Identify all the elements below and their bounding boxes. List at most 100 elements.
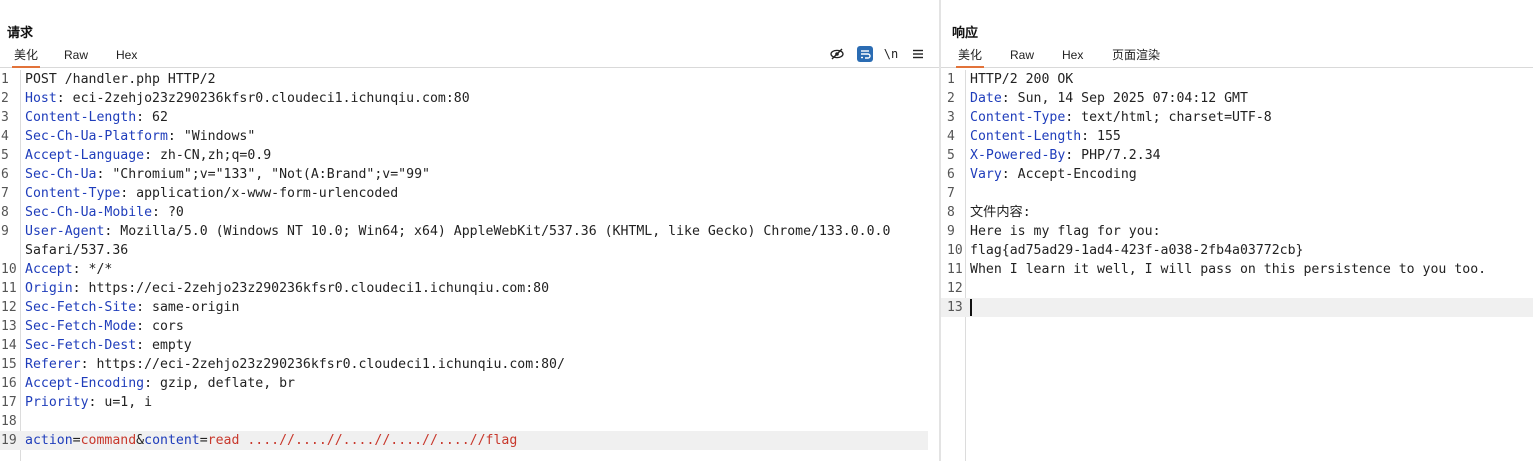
header-name: Content-Type <box>25 186 121 201</box>
header-name: Sec-Ch-Ua-Platform <box>25 129 168 144</box>
request-pane: 请求 美化 Raw Hex \n 1 POST /handler.php HTTP… <box>0 0 940 461</box>
code-line: 12 Sec-Fetch-Site: same-origin <box>0 298 940 317</box>
line-text: User-Agent: Mozilla/5.0 (Windows NT 10.0… <box>25 222 890 241</box>
code-line: 10 Accept: */* <box>0 260 940 279</box>
code-line: 4 Content-Length: 155 <box>941 127 1533 146</box>
code-line: 10 flag{ad75ad29-1ad4-423f-a038-2fb4a0377… <box>941 241 1533 260</box>
line-number: 3 <box>947 110 955 125</box>
code-line: 7 <box>941 184 1533 203</box>
response-tab-render[interactable]: 页面渲染 <box>1110 48 1162 66</box>
param-value: command <box>80 433 137 448</box>
wrap-icon[interactable] <box>857 46 873 62</box>
code-line: 9 Here is my flag for you: <box>941 222 1533 241</box>
line-number: 11 <box>1 281 17 296</box>
header-name: User-Agent <box>25 224 105 239</box>
header-name: Content-Length <box>25 110 137 125</box>
code-line: 13 Sec-Fetch-Mode: cors <box>0 317 940 336</box>
eye-slash-icon[interactable] <box>829 46 845 62</box>
line-text: flag{ad75ad29-1ad4-423f-a038-2fb4a03772c… <box>970 241 1303 260</box>
line-text: HTTP/2 200 OK <box>970 70 1073 89</box>
code-line: 5 Accept-Language: zh-CN,zh;q=0.9 <box>0 146 940 165</box>
header-value: u=1, i <box>96 395 153 410</box>
line-number: 8 <box>1 205 9 220</box>
line-number: 13 <box>947 300 963 315</box>
code-line: 12 <box>941 279 1533 298</box>
header-colon: : <box>144 376 153 391</box>
code-line: 18 <box>0 412 940 431</box>
code-line: 9 User-Agent: Mozilla/5.0 (Windows NT 10.… <box>0 222 940 241</box>
line-number: 14 <box>1 338 17 353</box>
response-tab-hex[interactable]: Hex <box>1060 48 1085 66</box>
line-number: 4 <box>947 129 955 144</box>
text-cursor <box>970 298 972 316</box>
line-number: 13 <box>1 319 17 334</box>
line-number: 18 <box>1 414 17 429</box>
code-line: 11 Origin: https://eci-2zehjo23z290236kfs… <box>0 279 940 298</box>
line-text: 文件内容: <box>970 203 1031 222</box>
param-separator: & <box>136 433 145 448</box>
request-editor[interactable]: 1 POST /handler.php HTTP/2 2 Host: eci-2zeh… <box>0 70 940 461</box>
line-number: 4 <box>1 129 9 144</box>
line-number: 12 <box>947 281 963 296</box>
code-line: 16 Accept-Encoding: gzip, deflate, br <box>0 374 940 393</box>
header-colon: : <box>136 110 145 125</box>
line-number: 16 <box>1 376 17 391</box>
header-colon: : <box>72 262 81 277</box>
header-name: Sec-Fetch-Site <box>25 300 137 315</box>
param-equals: = <box>199 433 208 448</box>
code-line: 3 Content-Length: 62 <box>0 108 940 127</box>
line-number: 10 <box>1 262 17 277</box>
response-tab-pretty[interactable]: 美化 <box>956 48 985 68</box>
header-colon: : <box>72 281 81 296</box>
response-tab-raw[interactable]: Raw <box>1008 48 1036 66</box>
line-number: 1 <box>1 72 9 87</box>
header-value: Mozilla/5.0 (Windows NT 10.0; Win64; x64… <box>112 224 891 239</box>
plain-text: When I learn it well, I will pass on thi… <box>970 262 1487 277</box>
line-text: Date: Sun, 14 Sep 2025 07:04:12 GMT <box>970 89 1248 108</box>
line-text: Content-Length: 155 <box>970 127 1121 146</box>
param-equals: = <box>72 433 81 448</box>
header-value: text/html; charset=UTF-8 <box>1073 110 1272 125</box>
request-tabs: 美化 Raw Hex <box>0 45 940 68</box>
header-value: 155 <box>1089 129 1121 144</box>
request-tab-pretty[interactable]: 美化 <box>12 48 41 68</box>
line-text: Referer: https://eci-2zehjo23z290236kfsr… <box>25 355 565 374</box>
line-text <box>970 298 972 317</box>
code-line: 3 Content-Type: text/html; charset=UTF-8 <box>941 108 1533 127</box>
header-value: 62 <box>144 110 168 125</box>
header-name: Priority <box>25 395 89 410</box>
response-editor[interactable]: 1 HTTP/2 200 OK 2 Date: Sun, 14 Sep 2025 07… <box>941 70 1533 461</box>
header-name: Sec-Ch-Ua <box>25 167 97 182</box>
param-key: content <box>144 433 200 448</box>
line-text: Sec-Fetch-Mode: cors <box>25 317 184 336</box>
line-text: Sec-Fetch-Site: same-origin <box>25 298 239 317</box>
code-line: 1 POST /handler.php HTTP/2 <box>0 70 940 89</box>
line-number: 2 <box>947 91 955 106</box>
header-name: Host <box>25 91 57 106</box>
header-value: gzip, deflate, br <box>152 376 295 391</box>
header-value: zh-CN,zh;q=0.9 <box>152 148 272 163</box>
request-tab-raw[interactable]: Raw <box>62 48 90 66</box>
code-line: 5 X-Powered-By: PHP/7.2.34 <box>941 146 1533 165</box>
newline-toggle-button[interactable]: \n <box>883 46 899 62</box>
line-text: POST /handler.php HTTP/2 <box>25 70 216 89</box>
line-text: Here is my flag for you: <box>970 222 1161 241</box>
line-text: Origin: https://eci-2zehjo23z290236kfsr0… <box>25 279 549 298</box>
header-name: X-Powered-By <box>970 148 1066 163</box>
header-value: */* <box>80 262 113 277</box>
line-number: 11 <box>947 262 963 277</box>
request-tab-hex[interactable]: Hex <box>114 48 139 66</box>
header-name: Origin <box>25 281 73 296</box>
line-text: Sec-Ch-Ua-Platform: "Windows" <box>25 127 255 146</box>
line-number: 6 <box>947 167 955 182</box>
line-text: Vary: Accept-Encoding <box>970 165 1137 184</box>
header-colon: : <box>1001 91 1010 106</box>
hamburger-menu-icon[interactable] <box>910 46 926 62</box>
code-line: 15 Referer: https://eci-2zehjo23z290236kf… <box>0 355 940 374</box>
line-text: Safari/537.36 <box>25 241 128 260</box>
plain-text: POST /handler.php HTTP/2 <box>25 72 216 87</box>
line-text: Sec-Ch-Ua-Mobile: ?0 <box>25 203 184 222</box>
line-number: 9 <box>947 224 955 239</box>
line-number: 8 <box>947 205 955 220</box>
line-number: 3 <box>1 110 9 125</box>
